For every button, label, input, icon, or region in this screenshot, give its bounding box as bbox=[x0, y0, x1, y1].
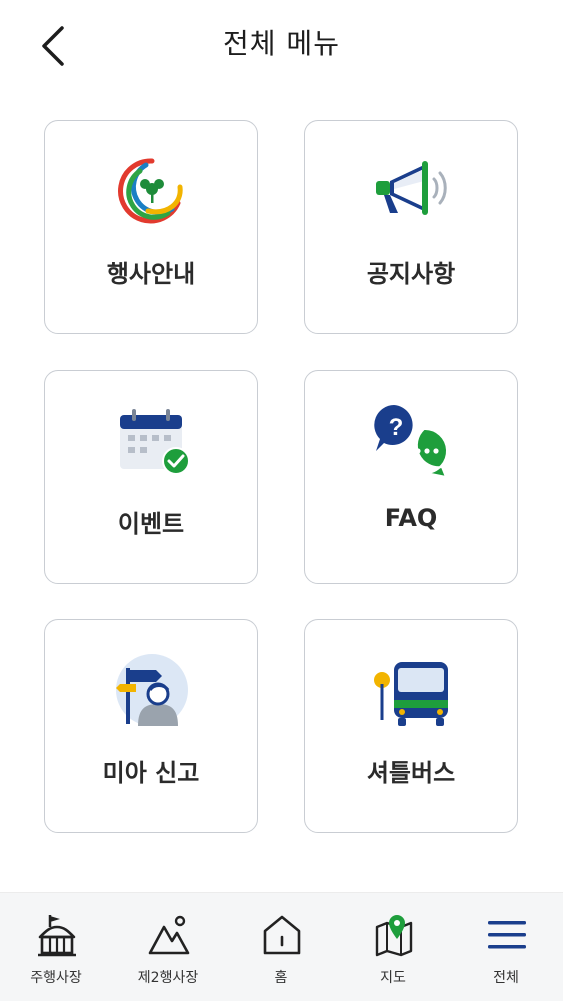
faq-chat-icon: ? bbox=[374, 405, 448, 479]
lost-child-icon bbox=[116, 654, 188, 726]
map-pin-icon bbox=[375, 915, 413, 957]
calendar-check-icon bbox=[120, 409, 190, 475]
tab-all-menu[interactable]: 전체 bbox=[450, 893, 562, 1001]
menu-card-lost-child[interactable]: 미아 신고 bbox=[44, 619, 258, 833]
hamburger-menu-icon bbox=[488, 921, 526, 949]
tab-map[interactable]: 지도 bbox=[337, 893, 449, 1001]
tab-label: 제2행사장 bbox=[137, 970, 199, 986]
bus-icon bbox=[374, 662, 448, 726]
menu-card-faq[interactable]: ? FAQ bbox=[304, 370, 518, 584]
menu-label: 셔틀버스 bbox=[366, 759, 456, 787]
menu-label: 미아 신고 bbox=[102, 759, 200, 787]
menu-label: FAQ bbox=[384, 504, 438, 532]
menu-card-event-info[interactable]: 행사안내 bbox=[44, 120, 258, 334]
menu-label: 공지사항 bbox=[366, 260, 456, 288]
svg-text:?: ? bbox=[389, 414, 404, 441]
tab-label: 지도 bbox=[380, 970, 406, 986]
menu-card-notice[interactable]: 공지사항 bbox=[304, 120, 518, 334]
bottom-tab-bar: 주행사장 제2행사장 홈 지도 전체 bbox=[0, 892, 563, 1001]
mountain-icon bbox=[148, 915, 190, 955]
home-icon bbox=[263, 915, 301, 955]
megaphone-icon bbox=[376, 161, 447, 215]
page-title: 전체 메뉴 bbox=[223, 27, 340, 60]
menu-card-event[interactable]: 이벤트 bbox=[44, 370, 258, 584]
header: 전체 메뉴 bbox=[0, 0, 563, 92]
main-venue-icon bbox=[38, 915, 76, 957]
tab-home[interactable]: 홈 bbox=[225, 893, 337, 1001]
tab-label: 전체 bbox=[493, 970, 519, 986]
menu-card-shuttle-bus[interactable]: 셔틀버스 bbox=[304, 619, 518, 833]
tab-venue-2[interactable]: 제2행사장 bbox=[112, 893, 224, 1001]
menu-label: 이벤트 bbox=[117, 510, 185, 538]
tab-label: 주행사장 bbox=[30, 970, 82, 986]
tab-main-venue[interactable]: 주행사장 bbox=[0, 893, 112, 1001]
festival-logo-icon bbox=[118, 158, 183, 224]
tab-label: 홈 bbox=[274, 970, 288, 986]
menu-label: 행사안내 bbox=[106, 260, 196, 288]
